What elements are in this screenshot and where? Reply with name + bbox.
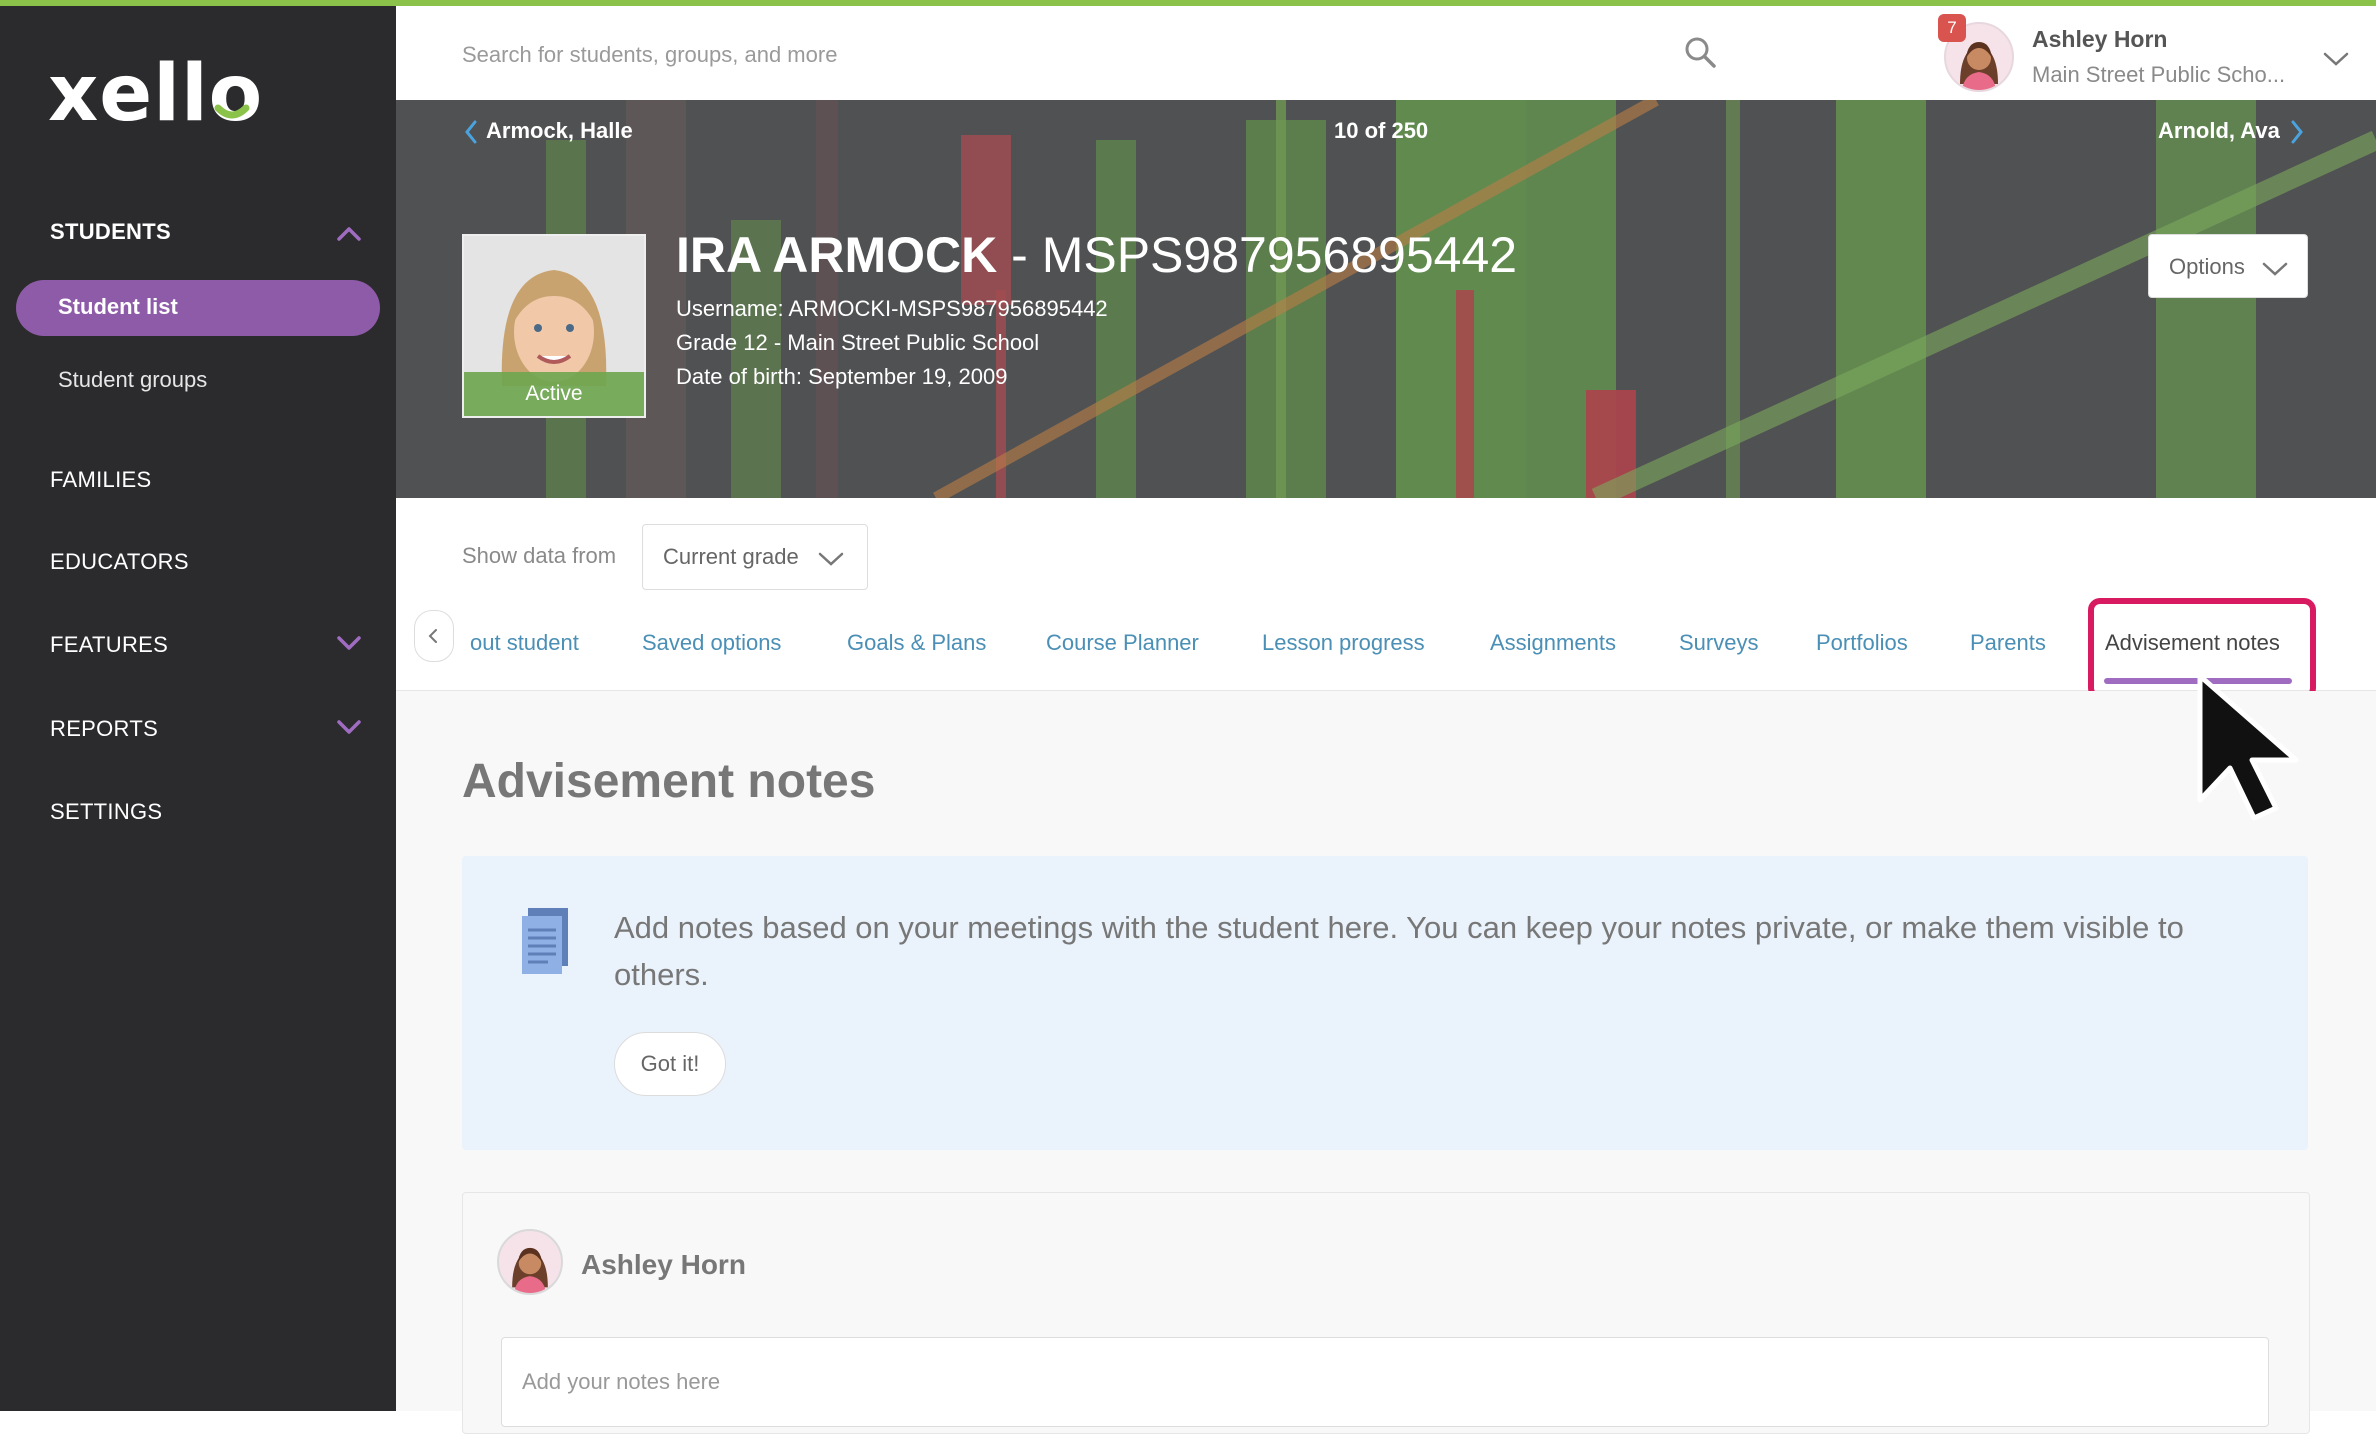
chevron-down-icon[interactable] (336, 634, 362, 652)
tab-parents[interactable]: Parents (1970, 630, 2046, 656)
user-name: Ashley Horn (2032, 26, 2168, 52)
prev-student-link[interactable]: Armock, Halle (486, 118, 633, 144)
tab-portfolios[interactable]: Portfolios (1816, 630, 1908, 656)
sidebar: xello STUDENTS Student list Student grou… (0, 0, 396, 1411)
info-message: Add notes based on your meetings with th… (614, 910, 2184, 992)
user-menu[interactable]: 7 Ashley Horn Main Street Public Scho... (1938, 12, 2364, 96)
chevron-down-icon[interactable] (336, 718, 362, 736)
student-username: Username: ARMOCKI-MSPS987956895442 (676, 296, 1108, 321)
chevron-down-icon (2262, 262, 2288, 276)
student-grade: Grade 12 - Main Street Public School (676, 330, 1040, 355)
tab-goals-plans[interactable]: Goals & Plans (847, 630, 986, 656)
search-input[interactable] (460, 34, 1664, 76)
student-name-separator: - (997, 227, 1042, 283)
note-card: Ashley Horn (462, 1192, 2310, 1434)
nav-reports[interactable]: REPORTS (50, 716, 158, 742)
options-label: Options (2169, 254, 2245, 279)
nav-families[interactable]: FAMILIES (50, 467, 151, 493)
got-it-button[interactable]: Got it! (614, 1032, 726, 1096)
grade-select[interactable]: Current grade (642, 524, 868, 590)
user-school: Main Street Public Scho... (2032, 62, 2286, 87)
next-student-link[interactable]: Arnold, Ava (2158, 118, 2280, 144)
nav-educators[interactable]: EDUCATORS (50, 549, 189, 575)
top-accent-line (0, 0, 2376, 6)
sidebar-item-student-list[interactable]: Student list (16, 280, 380, 336)
student-name: IRA ARMOCK (676, 227, 998, 283)
avatar-illustration-icon (512, 1247, 548, 1293)
student-tabs: out student Saved options Goals & Plans … (396, 590, 2376, 691)
student-dob: Date of birth: September 19, 2009 (676, 364, 1008, 389)
student-position: 10 of 250 (1334, 118, 1429, 143)
student-status: Active (464, 372, 644, 416)
search-icon[interactable] (1682, 34, 1718, 70)
document-icon (522, 908, 568, 974)
tab-course-planner[interactable]: Course Planner (1046, 630, 1199, 656)
logo-smile-icon (214, 104, 250, 119)
notification-badge[interactable]: 7 (1938, 14, 1966, 42)
nav-students[interactable]: STUDENTS (50, 219, 171, 245)
student-name-heading: IRA ARMOCK - MSPS987956895442 (676, 226, 1517, 284)
chevron-left-icon[interactable] (464, 120, 478, 144)
notes-input[interactable] (501, 1337, 2269, 1427)
student-photo: Active (462, 234, 646, 418)
chevron-down-icon[interactable] (2322, 50, 2350, 68)
chevron-left-icon (428, 629, 437, 643)
top-bar: 7 Ashley Horn Main Street Public Scho... (396, 6, 2376, 101)
xello-logo[interactable]: xello (48, 54, 262, 134)
student-banner: Armock, Halle 10 of 250 Arnold, Ava Acti… (396, 100, 2376, 498)
nav-settings[interactable]: SETTINGS (50, 799, 162, 825)
options-button[interactable]: Options (2148, 234, 2308, 298)
chevron-down-icon (818, 552, 844, 566)
student-id: MSPS987956895442 (1041, 227, 1518, 283)
page-title: Advisement notes (462, 755, 876, 808)
info-banner: Add notes based on your meetings with th… (462, 856, 2308, 1150)
sidebar-item-label: Student list (58, 294, 178, 319)
show-data-label: Show data from (462, 543, 617, 568)
tab-assignments[interactable]: Assignments (1490, 630, 1616, 656)
note-author: Ashley Horn (581, 1249, 746, 1280)
avatar (497, 1229, 563, 1295)
chevron-right-icon[interactable] (2290, 120, 2304, 144)
tabs-scroll-left-button[interactable] (414, 610, 454, 662)
tab-lesson-progress[interactable]: Lesson progress (1262, 630, 1425, 656)
tab-surveys[interactable]: Surveys (1679, 630, 1758, 656)
tab-about-student[interactable]: out student (470, 630, 579, 656)
tab-saved-options[interactable]: Saved options (642, 630, 781, 656)
chevron-up-icon[interactable] (336, 224, 362, 242)
mouse-pointer-icon (2197, 673, 2299, 821)
sidebar-item-student-groups[interactable]: Student groups (58, 367, 207, 393)
nav-features[interactable]: FEATURES (50, 632, 168, 658)
grade-select-value: Current grade (663, 544, 799, 569)
